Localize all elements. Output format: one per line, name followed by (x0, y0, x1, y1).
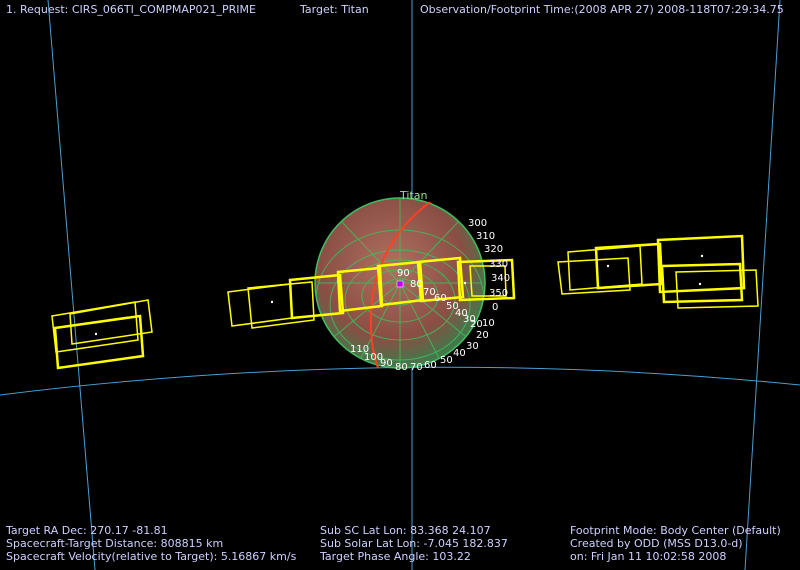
footprint-scene[interactable] (0, 0, 800, 570)
footprint (567, 245, 643, 291)
sub-sc-lat-lon: Sub SC Lat Lon: 83.368 24.107 (320, 524, 491, 537)
longitude-label: 60 (424, 360, 437, 371)
footer-middle-panel: Sub SC Lat Lon: 83.368 24.107 Sub Solar … (320, 524, 508, 563)
footprint (53, 314, 145, 370)
longitude-label: 110 (350, 344, 370, 355)
footer-left-panel: Target RA Dec: 270.17 -81.81 Spacecraft-… (6, 524, 296, 563)
latitude-label: 20 (470, 319, 483, 330)
footer-right-panel: Footprint Mode: Body Center (Default) Cr… (570, 524, 781, 563)
odd-viewport: Titan 300 310 320 330 340 350 0 10 20 30… (0, 0, 800, 570)
footprint (660, 262, 744, 304)
spacecraft-target-distance: Spacecraft-Target Distance: 808815 km (6, 537, 224, 550)
latitude-label: 80 (410, 279, 423, 290)
latitude-label: 90 (397, 268, 410, 279)
target-phase-angle: Target Phase Angle: 103.22 (320, 550, 471, 563)
target-label: Target: Titan (300, 3, 369, 16)
longitude-label: 0 (492, 302, 499, 313)
longitude-label: 300 (468, 218, 488, 229)
sky-grid-line (744, 0, 781, 570)
latitude-label: 60 (434, 293, 447, 304)
spacecraft-velocity: Spacecraft Velocity(relative to Target):… (6, 550, 297, 563)
footprint-mode: Footprint Mode: Body Center (Default) (570, 524, 781, 537)
longitude-label: 320 (484, 244, 504, 255)
longitude-label: 70 (410, 362, 423, 373)
target-body-label: Titan (400, 189, 428, 202)
sub-solar-lat-lon: Sub Solar Lat Lon: -7.045 182.837 (320, 537, 508, 550)
longitude-label: 330 (489, 259, 509, 270)
longitude-label: 310 (476, 231, 496, 242)
longitude-label: 10 (482, 318, 495, 329)
longitude-label: 20 (476, 330, 489, 341)
created-by: Created by ODD (MSS D13.0-d) (570, 537, 743, 550)
sky-grid-line (47, 0, 96, 570)
longitude-label: 40 (453, 348, 466, 359)
longitude-label: 340 (491, 273, 511, 284)
longitude-label: 50 (440, 355, 453, 366)
longitude-label: 80 (395, 362, 408, 373)
longitude-label: 350 (489, 288, 509, 299)
longitude-label: 30 (466, 341, 479, 352)
footprint (227, 283, 293, 327)
target-ra-dec: Target RA Dec: 270.17 -81.81 (6, 524, 168, 537)
observation-time-label: Observation/Footprint Time:(2008 APR 27)… (420, 3, 784, 16)
created-on: on: Fri Jan 11 10:02:58 2008 (570, 550, 727, 563)
sub-spacecraft-marker (396, 280, 404, 288)
request-label: 1. Request: CIRS_066TI_COMPMAP021_PRIME (6, 3, 256, 16)
footprint (247, 281, 315, 329)
